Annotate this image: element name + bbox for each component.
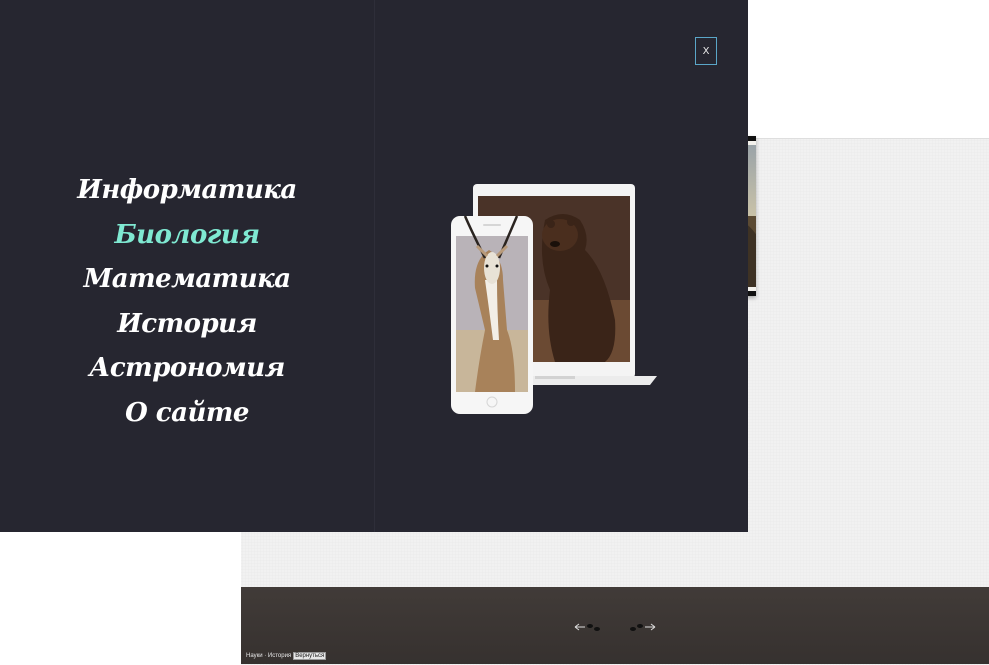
menu-item-about[interactable]: О сайте [125,391,249,436]
menu-item-astronomy[interactable]: Астрономия [89,346,285,391]
back-button[interactable]: Вернуться [293,652,327,660]
breadcrumb-text: Науки · История [246,653,292,659]
arrow-left-footprints-icon[interactable] [573,620,603,634]
main-menu: Информатика Биология Математика История … [0,168,374,435]
gallery-floor [241,587,989,664]
menu-item-mathematics[interactable]: Математика [83,257,291,302]
arrow-right-footprints-icon[interactable] [627,620,657,634]
breadcrumb: Науки · История Вернуться [246,652,327,660]
menu-item-history[interactable]: История [117,302,257,347]
menu-item-informatics[interactable]: Информатика [77,168,297,213]
overlay-divider [374,0,375,532]
menu-overlay: Информатика Биология Математика История … [0,0,748,532]
menu-item-biology[interactable]: Биология [114,213,260,258]
close-button[interactable]: X [695,37,717,65]
phone-image [451,215,533,414]
devices-illustration [451,184,657,414]
close-icon: X [702,45,710,57]
